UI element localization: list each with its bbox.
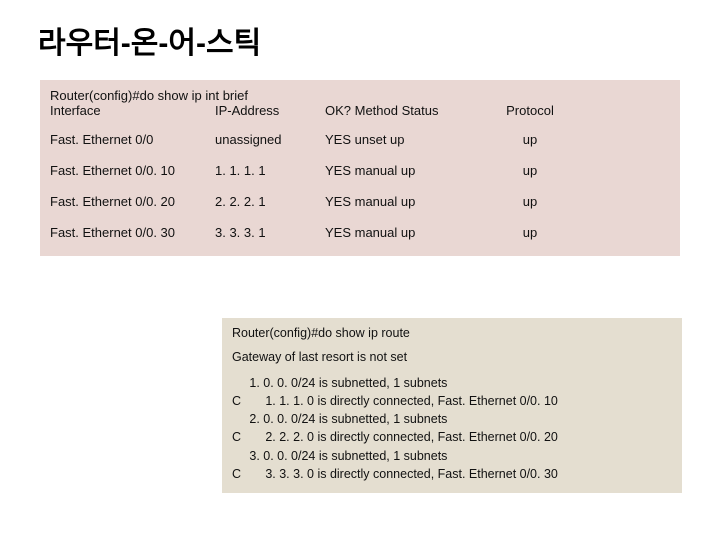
cell-protocol: up bbox=[500, 163, 560, 178]
page-title: 라우터-온-어-스틱 bbox=[38, 18, 720, 62]
cli-command-2: Router(config)#do show ip route bbox=[232, 326, 672, 340]
cell-interface: Fast. Ethernet 0/0. 30 bbox=[50, 225, 215, 240]
cell-ip: unassigned bbox=[215, 132, 325, 147]
cell-status: YES manual up bbox=[325, 225, 500, 240]
cell-ip: 3. 3. 3. 1 bbox=[215, 225, 325, 240]
cell-status: YES manual up bbox=[325, 163, 500, 178]
cell-ip: 1. 1. 1. 1 bbox=[215, 163, 325, 178]
table-row: Fast. Ethernet 0/0. 30 3. 3. 3. 1 YES ma… bbox=[50, 217, 670, 248]
table-row: Fast. Ethernet 0/0. 10 1. 1. 1. 1 YES ma… bbox=[50, 155, 670, 186]
cell-protocol: up bbox=[500, 132, 560, 147]
col-ip-address: IP-Address bbox=[215, 103, 325, 118]
table-row: Fast. Ethernet 0/0 unassigned YES unset … bbox=[50, 124, 670, 155]
cell-status: YES unset up bbox=[325, 132, 500, 147]
col-protocol: Protocol bbox=[500, 103, 560, 118]
table-row: Fast. Ethernet 0/0. 20 2. 2. 2. 1 YES ma… bbox=[50, 186, 670, 217]
table-header: Interface IP-Address OK? Method Status P… bbox=[50, 103, 670, 118]
cell-interface: Fast. Ethernet 0/0. 10 bbox=[50, 163, 215, 178]
cell-status: YES manual up bbox=[325, 194, 500, 209]
ip-int-brief-panel: Router(config)#do show ip int brief Inte… bbox=[40, 80, 680, 256]
cell-protocol: up bbox=[500, 194, 560, 209]
col-ok-method-status: OK? Method Status bbox=[325, 103, 500, 118]
cell-protocol: up bbox=[500, 225, 560, 240]
cell-interface: Fast. Ethernet 0/0 bbox=[50, 132, 215, 147]
cell-ip: 2. 2. 2. 1 bbox=[215, 194, 325, 209]
route-list: 1. 0. 0. 0/24 is subnetted, 1 subnets C … bbox=[232, 374, 672, 483]
cell-interface: Fast. Ethernet 0/0. 20 bbox=[50, 194, 215, 209]
col-interface: Interface bbox=[50, 103, 215, 118]
cli-command-1: Router(config)#do show ip int brief bbox=[50, 88, 670, 103]
gateway-line: Gateway of last resort is not set bbox=[232, 350, 672, 364]
ip-route-panel: Router(config)#do show ip route Gateway … bbox=[222, 318, 682, 493]
